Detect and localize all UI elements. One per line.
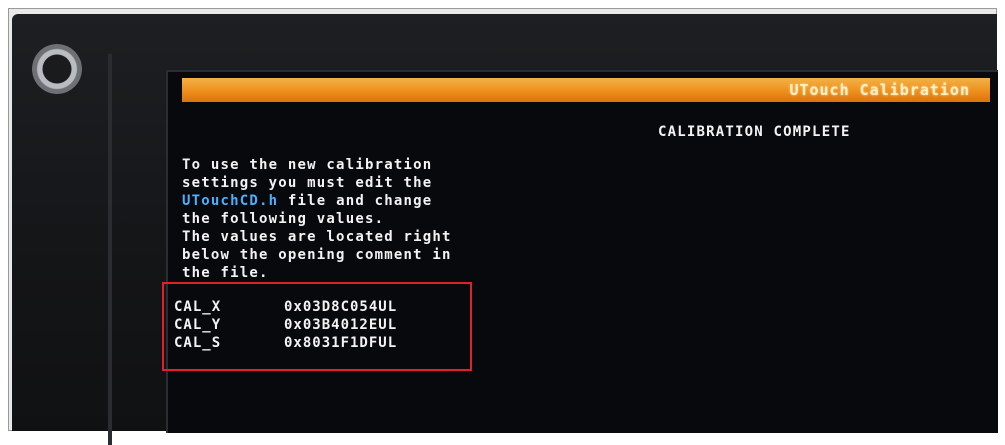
instruction-line: the file.: [182, 265, 269, 281]
file-name: UTouchCD.h: [182, 193, 279, 209]
cal-s-value: 0x8031F1DFUL: [284, 335, 398, 351]
instruction-line: UTouchCD.h file and change: [182, 192, 452, 210]
instruction-line-rest: file and change: [278, 193, 433, 209]
cal-y-value: 0x03B4012EUL: [284, 317, 398, 333]
title-bar: UTouch Calibration: [182, 78, 990, 102]
bezel-edge: [108, 54, 112, 445]
instruction-line: The values are located right: [182, 229, 452, 245]
screen-title: UTouch Calibration: [789, 81, 970, 99]
cal-x-value: 0x03D8C054UL: [284, 299, 398, 315]
mounting-hole-icon: [32, 44, 82, 94]
instructions-text: To use the new calibration settings you …: [182, 156, 452, 282]
cal-x-row: CAL_X 0x03D8C054UL: [174, 298, 397, 316]
instruction-line: To use the new calibration: [182, 157, 433, 173]
calibration-values: CAL_X 0x03D8C054UL CAL_Y 0x03B4012EUL CAL_…: [174, 298, 397, 352]
instruction-line: the following values.: [182, 211, 385, 227]
instruction-line: below the opening comment in: [182, 247, 452, 263]
cal-y-label: CAL_Y: [174, 317, 222, 333]
lcd-screen: UTouch Calibration CALIBRATION COMPLETE …: [166, 70, 998, 433]
calibration-heading: CALIBRATION COMPLETE: [658, 124, 851, 140]
cal-x-label: CAL_X: [174, 299, 222, 315]
instruction-line: settings you must edit the: [182, 175, 433, 191]
cal-s-row: CAL_S 0x8031F1DFUL: [174, 334, 397, 352]
calibration-values-highlight: CAL_X 0x03D8C054UL CAL_Y 0x03B4012EUL CAL_…: [162, 282, 472, 371]
cal-y-row: CAL_Y 0x03B4012EUL: [174, 316, 397, 334]
cal-s-label: CAL_S: [174, 335, 222, 351]
